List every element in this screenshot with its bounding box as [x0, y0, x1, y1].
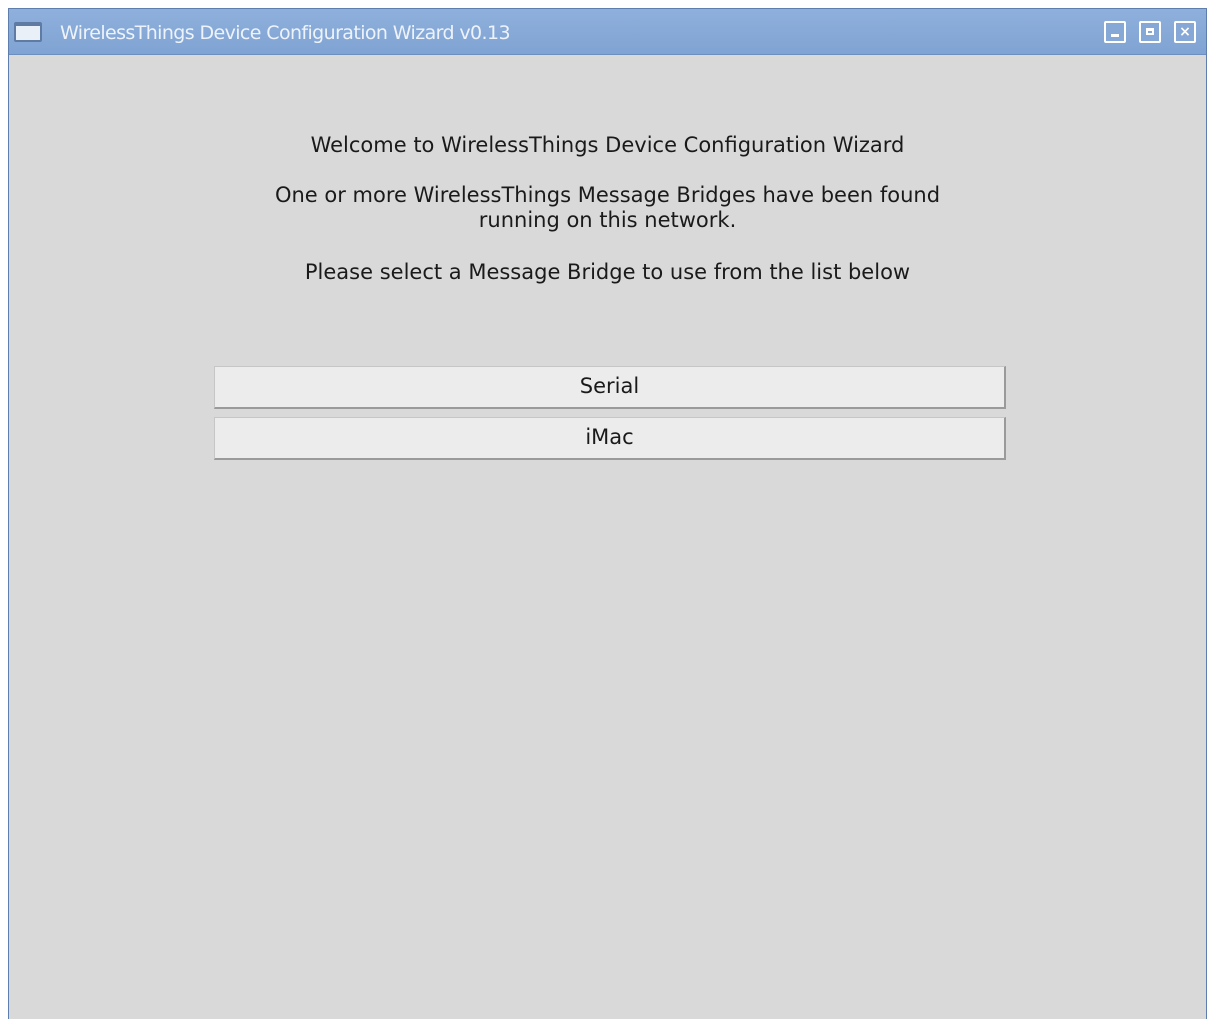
- bridge-list: Serial iMac: [214, 366, 1006, 468]
- bridges-found-line-1: One or more WirelessThings Message Bridg…: [274, 183, 941, 207]
- bridge-button-imac[interactable]: iMac: [214, 417, 1006, 460]
- bridge-button-serial[interactable]: Serial: [214, 366, 1006, 409]
- window-icon[interactable]: [14, 22, 42, 42]
- close-icon: ×: [1179, 24, 1191, 40]
- bridges-found-line-2: running on this network.: [478, 208, 737, 232]
- maximize-button[interactable]: [1139, 21, 1161, 43]
- wizard-window: WirelessThings Device Configuration Wiza…: [8, 8, 1207, 1019]
- bridges-found-message: One or more WirelessThings Message Bridg…: [9, 183, 1206, 233]
- maximize-icon: [1146, 28, 1154, 35]
- wizard-content: Welcome to WirelessThings Device Configu…: [9, 56, 1206, 1020]
- window-title: WirelessThings Device Configuration Wiza…: [60, 22, 511, 44]
- minimize-icon: [1111, 34, 1119, 37]
- welcome-heading: Welcome to WirelessThings Device Configu…: [310, 133, 905, 157]
- close-button[interactable]: ×: [1174, 21, 1196, 43]
- minimize-button[interactable]: [1104, 21, 1126, 43]
- select-instruction: Please select a Message Bridge to use fr…: [304, 260, 911, 284]
- title-bar[interactable]: WirelessThings Device Configuration Wiza…: [9, 9, 1206, 55]
